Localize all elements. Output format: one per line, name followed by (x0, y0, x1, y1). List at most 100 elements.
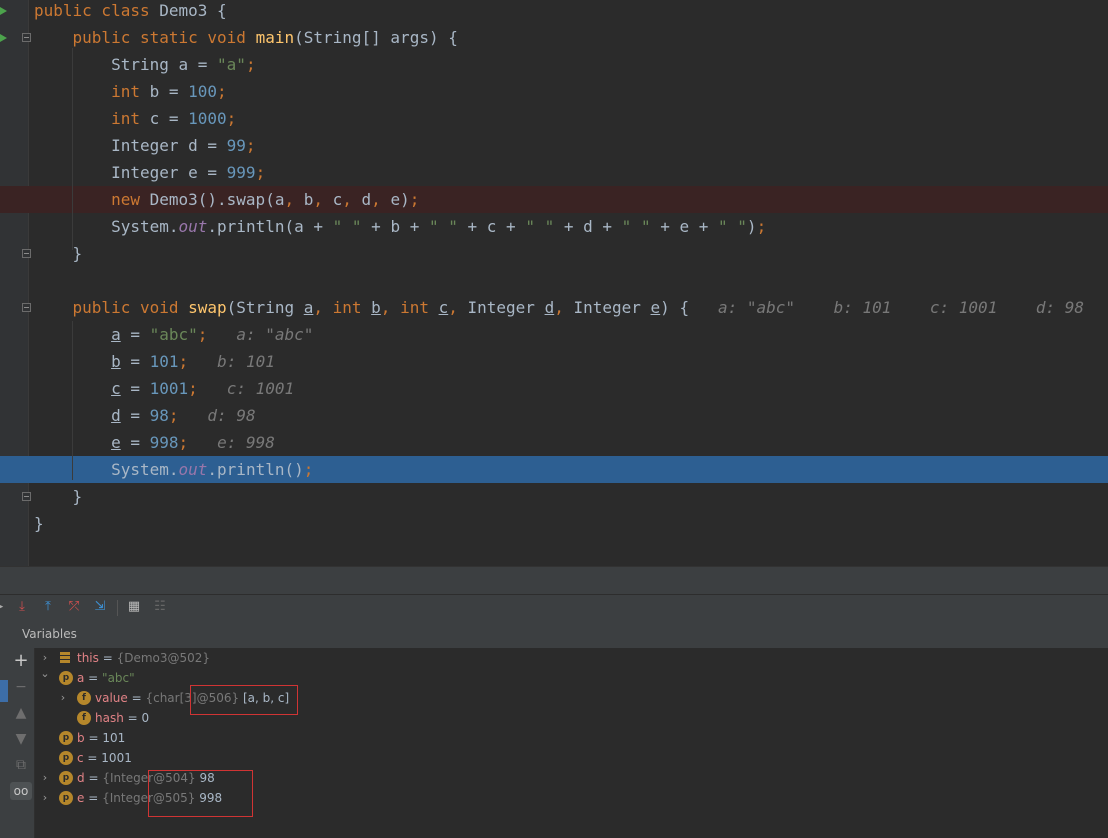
code-token: main (255, 28, 295, 47)
variable-row[interactable]: pc = 1001 (35, 748, 1108, 768)
inline-value-hint: d: 98 (207, 406, 256, 425)
fold-marker-icon[interactable] (22, 303, 31, 312)
field-icon: f (77, 711, 91, 725)
step-into-icon[interactable]: ⤓ (14, 599, 30, 615)
code-line[interactable]: public class Demo3 { (0, 0, 1108, 24)
parameter-icon: p (59, 791, 73, 805)
drop-frame-icon[interactable]: ⤱ (66, 599, 82, 615)
code-line[interactable] (0, 267, 1108, 294)
code-line[interactable]: System.out.println(a + " " + b + " " + c… (0, 213, 1108, 240)
code-token: + d + (554, 217, 622, 236)
code-text: } (34, 510, 44, 537)
code-line[interactable]: e = 998; e: 998 (0, 429, 1108, 456)
code-text: System.out.println(); (34, 456, 313, 483)
fold-marker-icon[interactable] (22, 492, 31, 501)
code-token: public class (34, 1, 160, 20)
code-token: } (34, 487, 83, 506)
code-token: (String[] args) { (294, 28, 458, 47)
code-token: public static void (72, 28, 256, 47)
trace-icon[interactable]: ☷ (152, 599, 168, 615)
variable-value: 101 (102, 731, 126, 745)
variable-text: a = "abc" (77, 668, 135, 688)
code-line[interactable]: Integer e = 999; (0, 159, 1108, 186)
field-list-icon (59, 651, 73, 665)
code-line[interactable]: String a = "a"; (0, 51, 1108, 78)
code-line[interactable]: } (0, 510, 1108, 537)
code-token: a (111, 325, 121, 344)
inline-value-hint: e: 998 (217, 433, 275, 452)
run-to-cursor-icon[interactable]: ⇲ (92, 599, 108, 615)
code-token: Demo3().swap(a (149, 190, 285, 209)
code-token: c = (149, 109, 189, 128)
code-token: 100 (188, 82, 218, 101)
code-editor[interactable]: public class Demo3 { public static void … (0, 0, 1108, 566)
code-token: 101 (149, 352, 179, 371)
step-out-icon[interactable]: ⤒ (40, 599, 56, 615)
code-token: } (34, 244, 83, 263)
code-line[interactable]: d = 98; d: 98 (0, 402, 1108, 429)
fold-marker-icon[interactable] (22, 249, 31, 258)
code-line[interactable]: c = 1001; c: 1001 (0, 375, 1108, 402)
move-down-icon[interactable]: ▼ (12, 730, 30, 748)
variable-row[interactable]: › this = {Demo3@502} (35, 648, 1108, 668)
remove-watch-icon[interactable]: − (12, 678, 30, 696)
code-token: , (448, 298, 468, 317)
variable-value: "abc" (102, 671, 135, 685)
code-line[interactable]: new Demo3().swap(a, b, c, d, e); (0, 186, 1108, 213)
copy-icon[interactable]: ⧉ (12, 756, 30, 774)
code-line[interactable]: int b = 100; (0, 78, 1108, 105)
chevron-right-icon[interactable]: › (57, 688, 69, 708)
code-token: out (178, 460, 208, 479)
code-token: Integer (467, 298, 545, 317)
fold-marker-icon[interactable] (22, 33, 31, 42)
highlight-box-integers (148, 770, 253, 817)
variable-row[interactable]: pb = 101 (35, 728, 1108, 748)
variable-eq: = (84, 671, 103, 685)
variable-type: {Demo3@502} (116, 651, 211, 665)
variable-eq: = (84, 731, 103, 745)
code-line[interactable]: b = 101; b: 101 (0, 348, 1108, 375)
chevron-right-icon[interactable]: › (39, 788, 51, 808)
inline-value-hint: a: "abc" (236, 325, 314, 344)
execution-point-line[interactable]: System.out.println(); (0, 456, 1108, 483)
code-token: c (332, 190, 343, 209)
code-token: = (120, 433, 150, 452)
code-token: = (120, 379, 150, 398)
evaluate-expression-icon[interactable]: ▦ (126, 599, 142, 615)
frames-tab-indicator[interactable] (0, 680, 8, 702)
code-line[interactable]: } (0, 240, 1108, 267)
variable-name: c (77, 751, 84, 765)
debug-toolbar: ▸ ⤓ ⤒ ⤱ ⇲ ▦ ☷ (0, 594, 1108, 622)
inline-value-hint: c: 1001 (226, 379, 295, 398)
move-up-icon[interactable]: ▲ (12, 704, 30, 722)
code-line[interactable]: public void swap(String a, int b, int c,… (0, 294, 1108, 321)
chevron-down-icon[interactable]: ⌄ (39, 664, 51, 684)
resume-icon[interactable]: ▸ (0, 599, 8, 615)
code-line[interactable]: public static void main(String[] args) { (0, 24, 1108, 51)
variable-text: this = {Demo3@502} (77, 648, 210, 668)
show-watches-icon[interactable]: oo (10, 782, 32, 800)
code-token: ; (303, 460, 314, 479)
parameter-icon: p (59, 731, 73, 745)
code-line[interactable]: int c = 1000; (0, 105, 1108, 132)
code-token: 99 (226, 136, 246, 155)
add-watch-icon[interactable]: + (12, 652, 30, 670)
code-token: Integer d = (34, 136, 227, 155)
code-line[interactable]: a = "abc"; a: "abc" (0, 321, 1108, 348)
code-token: , int (380, 298, 439, 317)
code-token: e) (390, 190, 410, 209)
code-token: "a" (217, 55, 246, 74)
variable-name: this (77, 651, 99, 665)
code-text: Integer d = 99; (34, 132, 256, 159)
code-text: public static void main(String[] args) { (34, 24, 458, 51)
code-token: Demo3 { (159, 1, 227, 20)
code-line[interactable]: Integer d = 99; (0, 132, 1108, 159)
code-token: " " (718, 217, 747, 236)
variable-name: value (95, 691, 128, 705)
code-token: d (361, 190, 372, 209)
code-token: String a = (34, 55, 218, 74)
code-line[interactable]: } (0, 483, 1108, 510)
variable-name: d (77, 771, 85, 785)
chevron-right-icon[interactable]: › (39, 768, 51, 788)
